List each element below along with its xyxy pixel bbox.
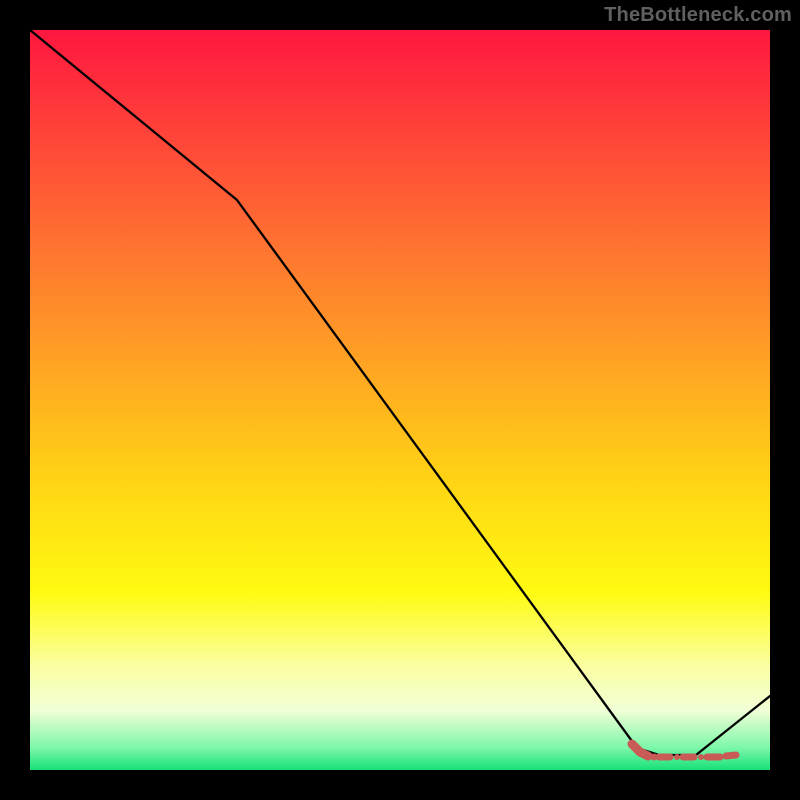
overlay-band: [632, 744, 736, 761]
plot-area: [30, 30, 770, 770]
watermark-text: TheBottleneck.com: [604, 4, 792, 27]
chart-overlay: [30, 30, 770, 770]
data-line: [30, 30, 770, 755]
chart-stage: TheBottleneck.com: [0, 0, 800, 800]
